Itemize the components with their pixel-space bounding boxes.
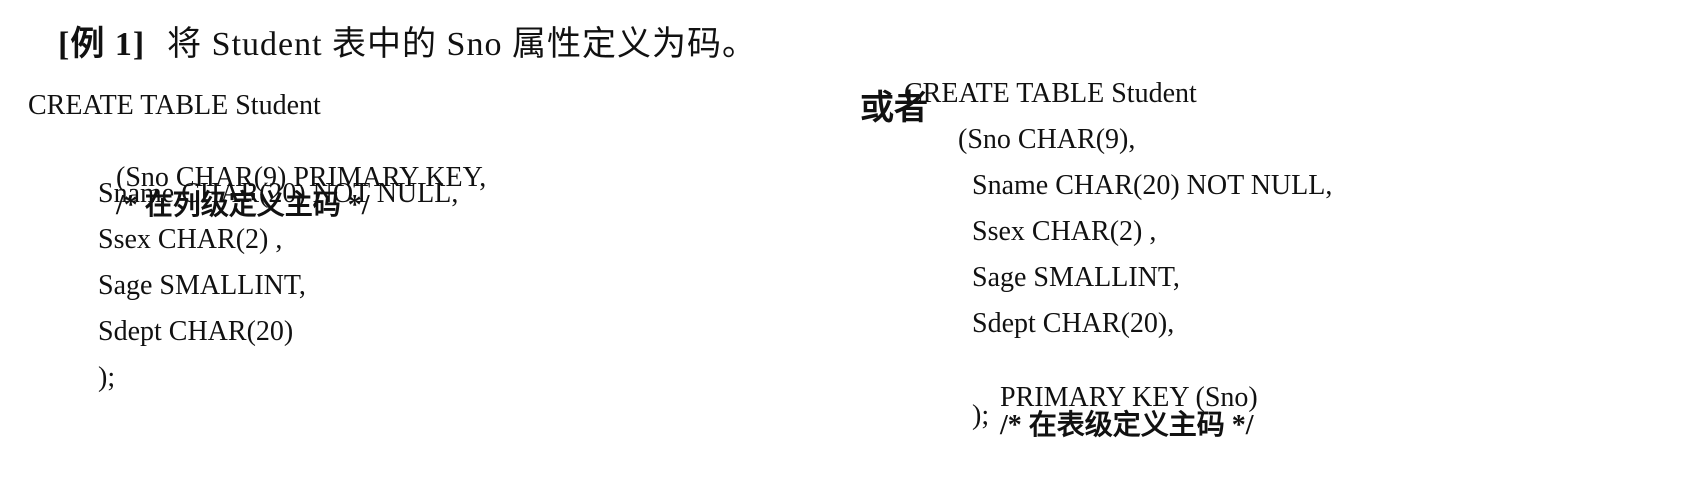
right-code-line-3: Sname CHAR(20) NOT NULL, [972, 170, 1333, 201]
example-text: 将 Student 表中的 Sno 属性定义为码。 [167, 26, 757, 63]
right-code-line-7-text: PRIMARY KEY (Sno) [1000, 382, 1258, 413]
right-code-line-7: PRIMARY KEY (Sno) /* 在表级定义主码 */ [972, 356, 1258, 468]
left-code-line-3: Sname CHAR(20) NOT NULL, [98, 178, 459, 209]
example-heading: [例 1] 将 Student 表中的 Sno 属性定义为码。 [58, 16, 757, 65]
right-code-line-5: Sage SMALLINT, [972, 262, 1180, 293]
left-code-line-1: CREATE TABLE Student [28, 90, 321, 121]
left-code-line-5: Sage SMALLINT, [98, 270, 306, 301]
left-code-line-4: Ssex CHAR(2) , [98, 224, 283, 255]
right-code-line-7-comment: /* 在表级定义主码 */ [1000, 410, 1254, 441]
right-code-line-6: Sdept CHAR(20), [972, 308, 1175, 339]
example-tag: [例 1] [58, 26, 146, 63]
right-code-line-2: (Sno CHAR(9), [958, 124, 1136, 155]
right-code-line-4: Ssex CHAR(2) , [972, 216, 1157, 247]
right-code-line-8: ); [972, 400, 990, 431]
left-code-line-7: ); [98, 362, 116, 393]
right-code-line-1: CREATE TABLE Student [904, 78, 1197, 109]
left-code-line-6: Sdept CHAR(20) [98, 316, 294, 347]
